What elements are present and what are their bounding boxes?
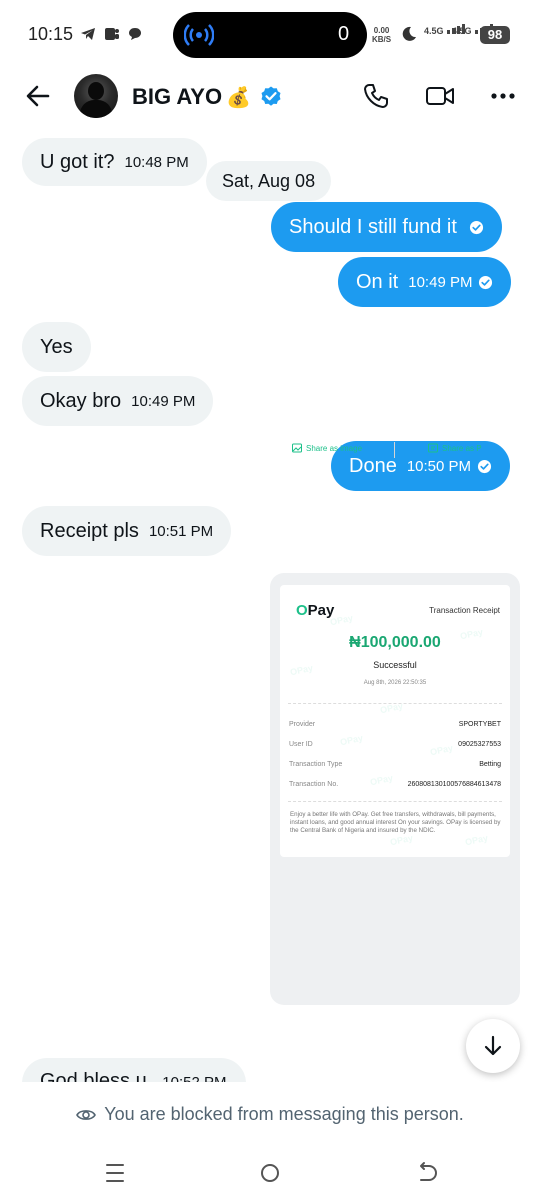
message-text: U got it? <box>40 150 115 173</box>
divider <box>394 442 395 458</box>
message-bubble-incoming[interactable]: Receipt pls 10:51 PM <box>22 506 232 556</box>
divider <box>288 801 502 802</box>
message-bubble-incoming[interactable]: Yes <box>22 322 91 372</box>
message-text: Should I still fund it <box>289 215 457 238</box>
arrow-down-icon <box>484 1035 502 1056</box>
date-divider: Sat, Aug 08 <box>206 161 332 201</box>
battery-indicator: 98 <box>480 26 510 44</box>
message-time: 10:50 PM <box>406 457 472 475</box>
contact-name: BIG AYO <box>132 84 223 109</box>
message-time: 10:49 PM <box>131 392 196 410</box>
avatar[interactable] <box>74 74 118 118</box>
video-call-icon[interactable] <box>425 82 455 110</box>
back-nav-icon[interactable] <box>413 1160 439 1186</box>
net-speed: 0.00 KB/S <box>372 26 392 44</box>
chat-icon <box>129 28 142 41</box>
receipt-image-attachment[interactable]: OPay OPay OPay OPay OPay OPay OPay OPay … <box>270 573 520 1005</box>
receipt-footer-text: Enjoy a better life with OPay. Get free … <box>290 811 501 834</box>
message-bubble-incoming[interactable]: Okay bro 10:49 PM <box>22 376 214 426</box>
receipt-date: Aug 8th, 2026 22:50:35 <box>363 680 427 686</box>
read-check-icon <box>469 220 483 234</box>
notification-icons <box>80 25 142 42</box>
receipt-row: Transaction No. 260808130100576884613478 <box>289 781 501 788</box>
receipt-paper: OPay OPay OPay OPay OPay OPay OPay OPay … <box>280 585 510 857</box>
opay-logo: OPay <box>296 602 335 619</box>
contact-name-group[interactable]: BIG AYO 💰 <box>132 84 283 110</box>
pdf-icon <box>428 443 438 453</box>
divider <box>288 703 502 704</box>
scroll-to-bottom-button[interactable] <box>466 1019 520 1073</box>
island-counter: 0 <box>338 23 350 45</box>
receipt-row: Provider SPORTYBET <box>289 721 501 728</box>
message-bubble-incoming[interactable]: U got it? 10:48 PM <box>22 138 207 186</box>
phone-call-icon[interactable] <box>362 82 390 110</box>
receipt-amount: ₦100,000.00 <box>349 634 441 651</box>
more-options-icon[interactable] <box>489 84 517 108</box>
blocked-notice: You are blocked from messaging this pers… <box>0 1104 540 1125</box>
system-navigation-bar <box>0 1140 540 1200</box>
image-icon <box>292 443 302 453</box>
receipt-status: Successful <box>373 660 417 670</box>
message-time: 10:49 PM <box>408 273 473 291</box>
recent-apps-icon[interactable] <box>102 1160 128 1186</box>
money-bag-emoji: 💰 <box>226 86 251 109</box>
message-time: 10:48 PM <box>124 153 189 171</box>
message-text: Receipt pls <box>40 519 139 542</box>
message-bubble-outgoing[interactable]: On it 10:49 PM <box>338 257 512 307</box>
verified-badge-icon <box>261 86 281 106</box>
read-check-icon <box>477 459 492 473</box>
share-as-pdf-button[interactable]: Share as P <box>428 443 482 453</box>
hotspot-icon <box>184 24 214 46</box>
message-bubble-incoming[interactable]: God bless u 10:52 PM <box>22 1058 246 1082</box>
eye-icon <box>76 1109 97 1120</box>
back-arrow-icon[interactable] <box>22 80 54 112</box>
telegram-icon <box>81 28 95 41</box>
message-text: Done <box>349 454 397 477</box>
message-text: Okay bro <box>40 389 122 412</box>
message-text: God bless u <box>40 1070 147 1082</box>
read-check-icon <box>479 275 493 289</box>
home-icon[interactable] <box>257 1160 283 1186</box>
receipt-row: User ID 09025327553 <box>289 741 501 748</box>
dnd-moon-icon <box>402 26 416 41</box>
status-bar: 10:15 0 0.00 KB/S 4.5G 4.5G 98 <box>0 0 540 66</box>
message-text: Yes <box>40 335 73 358</box>
share-as-image-button[interactable]: Share as image <box>292 443 362 453</box>
receipt-title: Transaction Receipt <box>429 606 500 615</box>
teams-icon <box>105 28 120 41</box>
message-time: 10:52 PM <box>162 1074 226 1082</box>
receipt-row: Transaction Type Betting <box>289 761 501 768</box>
status-time: 10:15 <box>28 24 74 44</box>
message-bubble-outgoing[interactable]: Should I still fund it <box>271 202 502 252</box>
blocked-text: You are blocked from messaging this pers… <box>104 1104 464 1124</box>
message-text: On it <box>356 270 399 293</box>
message-time: 10:51 PM <box>148 522 214 540</box>
conversation-header: BIG AYO 💰 <box>0 66 540 128</box>
